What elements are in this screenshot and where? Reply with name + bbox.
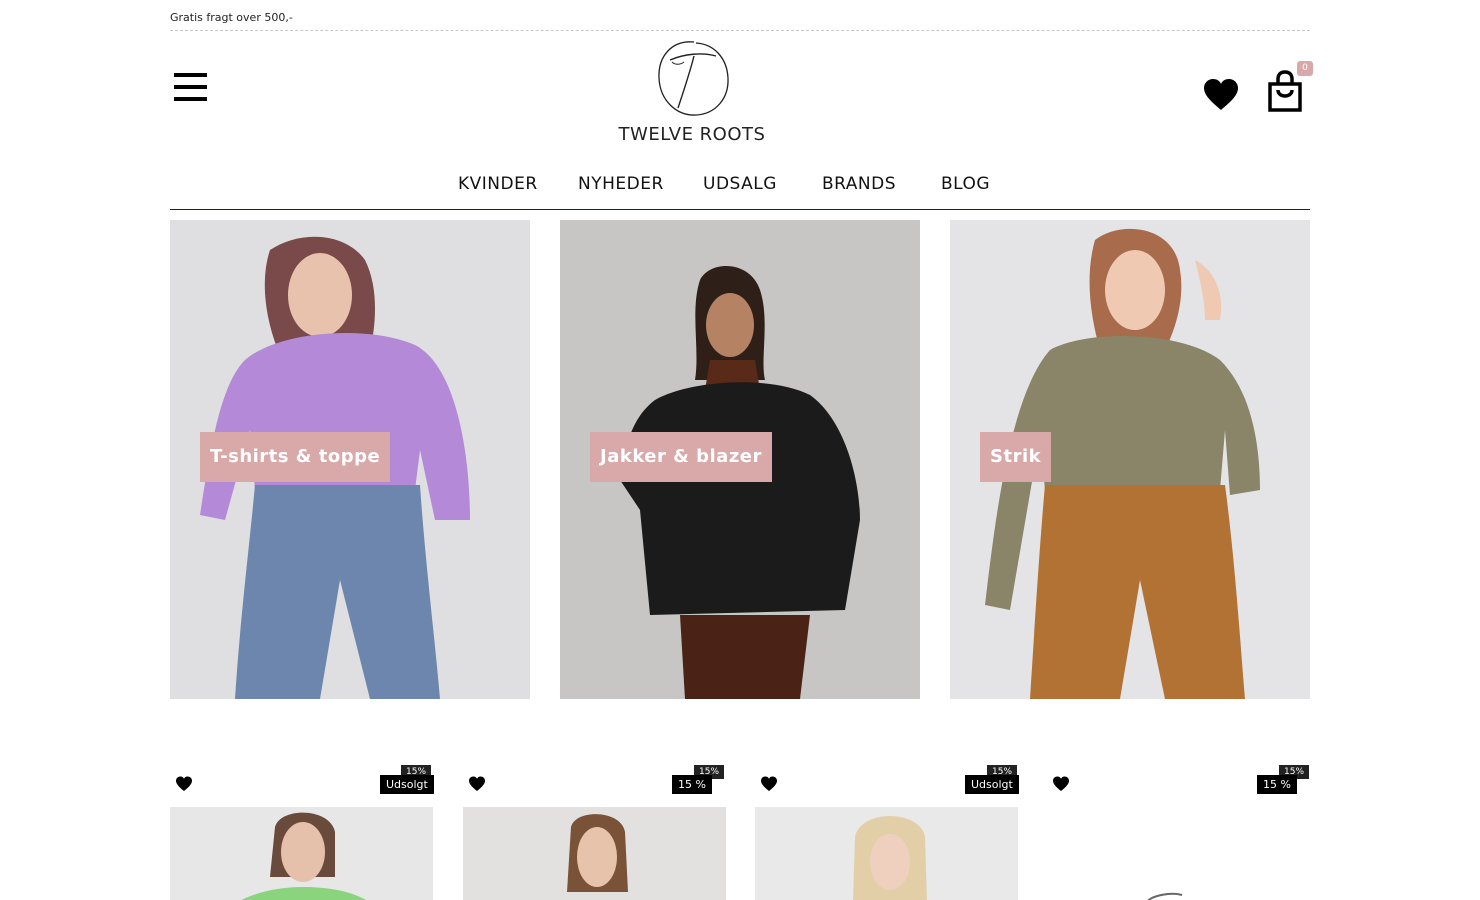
product-image[interactable] [755,807,1018,900]
product-card[interactable]: 15% 15 % [1047,764,1310,900]
category-label: Strik [980,432,1052,482]
announcement-bar: Gratis fragt over 500,- [170,0,1310,31]
category-label: T-shirts & toppe [200,432,391,482]
product-image[interactable] [463,807,726,900]
logo-text: TWELVE ROOTS [618,124,766,145]
status-badge: 15 % [1257,775,1297,794]
cart-button[interactable] [1266,70,1304,112]
logo[interactable]: TWELVE ROOTS [600,38,784,150]
category-tile-jakker[interactable]: Jakker & blazer [560,220,920,699]
logo-mark [658,41,729,116]
wishlist-heart-icon[interactable] [760,776,778,792]
product-card[interactable]: 15% 15 % [463,764,726,900]
nav-item-udsalg[interactable]: UDSALG [703,174,777,194]
product-image[interactable] [170,807,433,900]
nav-item-nyheder[interactable]: NYHEDER [578,174,664,194]
nav-item-brands[interactable]: BRANDS [822,174,896,194]
status-badge: Udsolgt [380,775,434,794]
main-navigation: KVINDER NYHEDER UDSALG BRANDS BLOG [170,165,1310,210]
cart-count-badge: 0 [1297,61,1313,76]
nav-item-blog[interactable]: BLOG [941,174,990,194]
wishlist-heart-icon[interactable] [468,776,486,792]
product-card[interactable]: 15% Udsolgt [755,764,1019,900]
heart-icon [1204,79,1238,110]
wishlist-button[interactable] [1203,78,1239,112]
hamburger-menu-icon[interactable] [174,73,208,105]
product-card[interactable]: 15% Udsolgt [170,764,434,900]
status-badge: Udsolgt [965,775,1019,794]
product-image[interactable] [1047,807,1310,900]
category-label: Jakker & blazer [590,432,772,482]
category-tile-tshirts[interactable]: T-shirts & toppe [170,220,530,699]
category-tile-strik[interactable]: Strik [950,220,1310,699]
wishlist-heart-icon[interactable] [1052,776,1070,792]
shopping-bag-icon [1268,70,1302,112]
wishlist-heart-icon[interactable] [175,776,193,792]
nav-item-kvinder[interactable]: KVINDER [458,174,538,194]
status-badge: 15 % [672,775,712,794]
announcement-text: Gratis fragt over 500,- [170,11,293,24]
